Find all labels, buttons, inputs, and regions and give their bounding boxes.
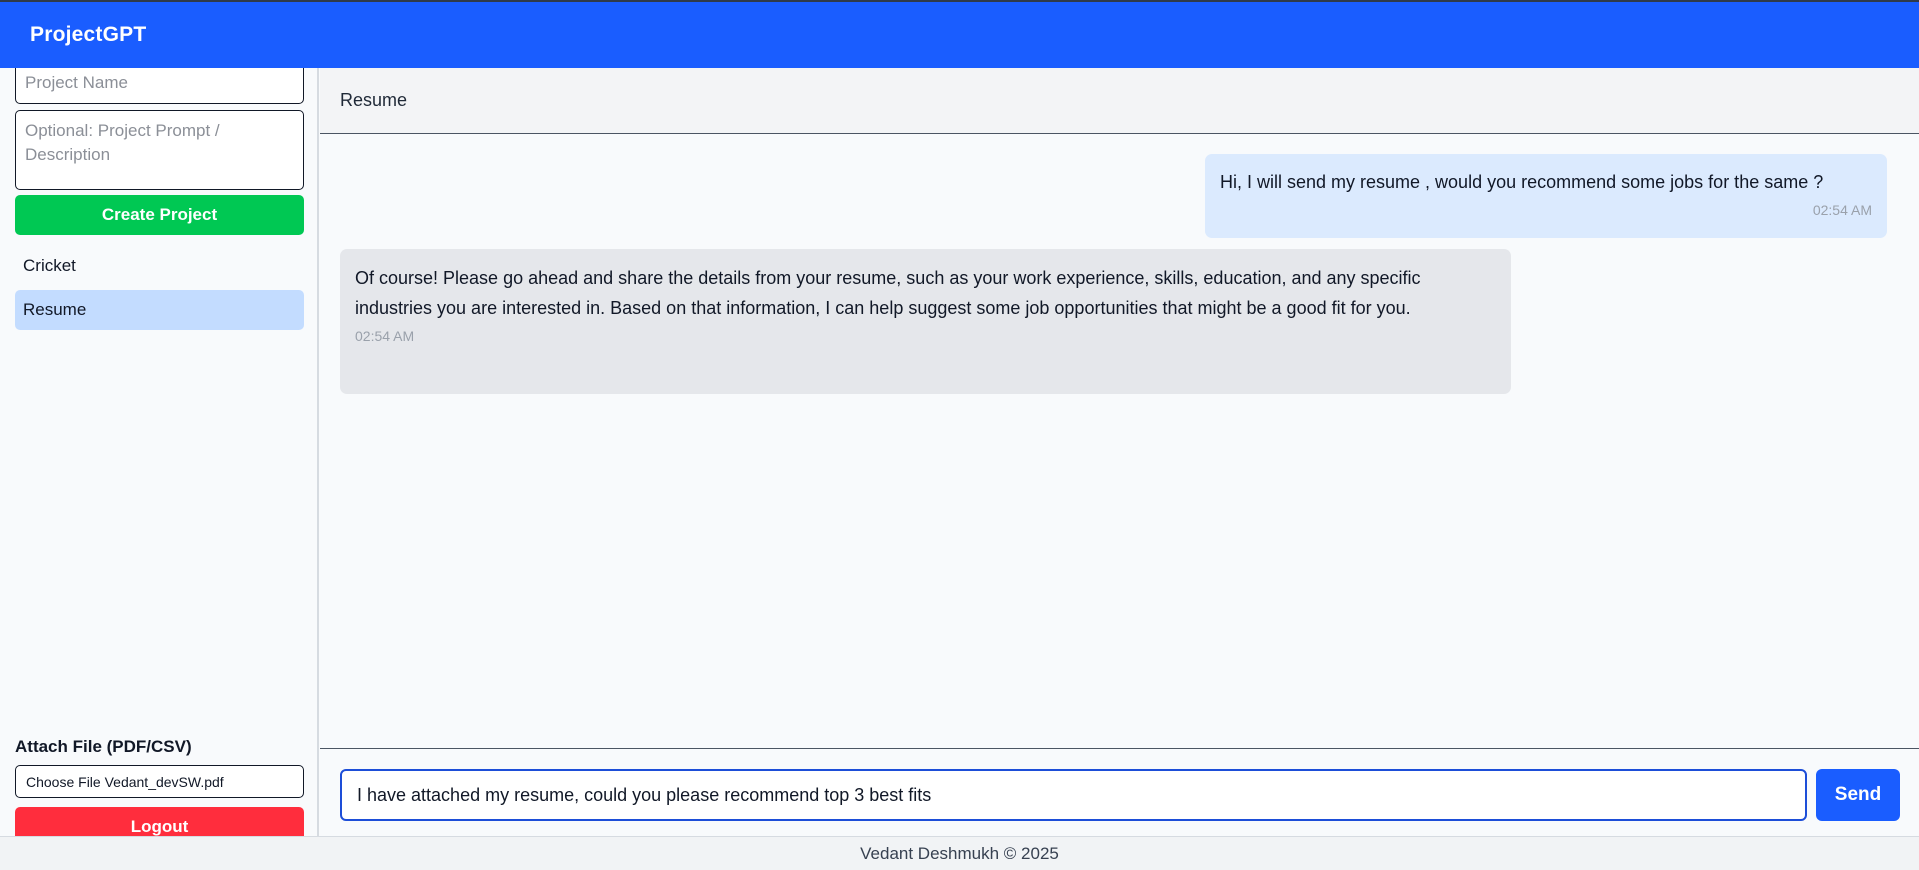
file-input-text: Choose File Vedant_devSW.pdf xyxy=(26,773,224,790)
project-item-cricket[interactable]: Cricket xyxy=(15,246,304,286)
message-time: 02:54 AM xyxy=(1812,202,1872,218)
message-composer: I have attached my resume, could you ple… xyxy=(320,748,1919,836)
message-input[interactable]: I have attached my resume, could you ple… xyxy=(340,769,1807,821)
create-project-button[interactable]: Create Project xyxy=(15,195,304,235)
message-text: Of course! Please go ahead and share the… xyxy=(355,268,1421,318)
message-input-value: I have attached my resume, could you ple… xyxy=(357,784,932,805)
project-item-label: Cricket xyxy=(23,256,76,275)
project-name-input[interactable]: Project Name xyxy=(15,68,304,104)
footer: Vedant Deshmukh © 2025 xyxy=(0,836,1919,870)
app-title: ProjectGPT xyxy=(30,23,147,46)
project-name-placeholder: Project Name xyxy=(25,73,128,92)
chat-panel: Resume Hi, I will send my resume , would… xyxy=(320,68,1919,836)
project-item-label: Resume xyxy=(23,300,87,319)
attach-file-label: Attach File (PDF/CSV) xyxy=(15,737,192,756)
message-text: Hi, I will send my resume , would you re… xyxy=(1220,172,1824,192)
user-message: Hi, I will send my resume , would you re… xyxy=(1205,154,1887,238)
app-header: ProjectGPT xyxy=(0,2,1919,68)
project-item-resume[interactable]: Resume xyxy=(15,290,304,330)
sidebar: Project Name Optional: Project Prompt / … xyxy=(0,68,319,836)
chat-title: Resume xyxy=(340,90,408,110)
chat-header: Resume xyxy=(320,68,1919,134)
assistant-message: Of course! Please go ahead and share the… xyxy=(340,249,1511,394)
file-input[interactable]: Choose File Vedant_devSW.pdf xyxy=(15,765,304,798)
footer-text: Vedant Deshmukh © 2025 xyxy=(860,843,1059,863)
logout-button[interactable]: Logout xyxy=(15,807,304,836)
message-time: 02:54 AM xyxy=(355,328,415,344)
send-button[interactable]: Send xyxy=(1816,769,1900,821)
project-prompt-input[interactable]: Optional: Project Prompt / Description xyxy=(15,110,304,190)
project-prompt-placeholder: Optional: Project Prompt / Description xyxy=(25,121,220,164)
